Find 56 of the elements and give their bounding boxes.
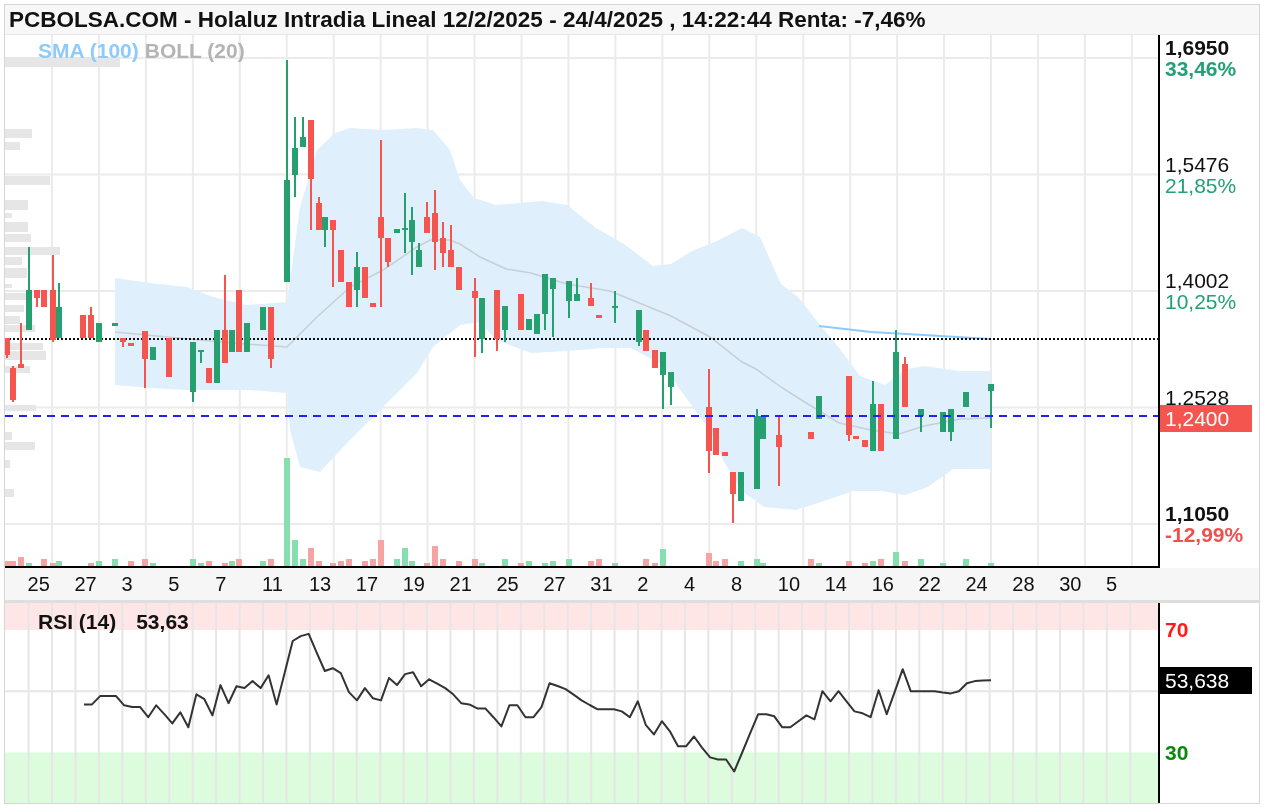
volume-profile-bar: [5, 222, 28, 232]
date-label: 13: [308, 573, 332, 595]
date-label: 28: [1012, 573, 1035, 595]
date-label: 10: [777, 573, 801, 595]
date-label: 3: [121, 573, 133, 595]
date-label: 2: [637, 573, 649, 595]
rsi-tick-label: 30: [1165, 741, 1189, 763]
volume-profile-bar: [5, 257, 22, 265]
date-label: 4: [684, 573, 696, 595]
price-label: 1,4002: [1165, 270, 1230, 291]
chart-title: PCBOLSA.COM - Holaluz Intradia Lineal 12/2/2025 - 24/4/2025 , 14:22:44 Renta: -7,46%: [8, 6, 926, 34]
date-label: 14: [824, 573, 847, 595]
change-label: 33,46%: [1165, 58, 1237, 79]
volume-profile-bar: [5, 268, 27, 278]
date-label: 27: [543, 573, 566, 595]
date-label: 17: [355, 573, 379, 595]
date-label: 5: [168, 573, 180, 595]
rsi-tick-label: 70: [1165, 619, 1189, 641]
price-label: 1,1050: [1165, 503, 1230, 524]
volume-profile-bar: [5, 432, 12, 440]
date-label: 8: [730, 573, 743, 595]
volume-profile-bar: [5, 129, 32, 138]
volume-profile-bar: [5, 460, 10, 468]
price-label: 1,2528: [1165, 386, 1230, 408]
change-label: -12,99%: [1165, 524, 1244, 545]
change-label: 21,85%: [1165, 174, 1237, 196]
date-label: 16: [871, 573, 894, 595]
rsi-title: RSI (14): [38, 611, 117, 633]
change-label: 10,25%: [1165, 291, 1237, 312]
date-label: 22: [918, 573, 941, 595]
date-label: 21: [449, 573, 472, 595]
date-label: 7: [215, 573, 227, 595]
price-label: 1,5476: [1165, 153, 1230, 175]
legend-label: SMA (100): [38, 39, 139, 63]
date-label: 30: [1059, 573, 1082, 595]
date-label: 19: [402, 573, 425, 595]
volume-profile-bar: [5, 351, 46, 360]
last-price-label: 1,2400: [1160, 405, 1252, 432]
volume-profile-bar: [5, 305, 24, 312]
date-label: 27: [74, 573, 97, 595]
date-label: 25: [27, 573, 50, 595]
date-label: 11: [262, 573, 283, 595]
rsi-last-value-label: 53,638: [1160, 666, 1252, 694]
rsi-reading: 53,63: [136, 611, 189, 633]
volume-profile-bar: [5, 489, 14, 497]
volume-profile-bar: [5, 442, 35, 450]
volume-profile-bar: [5, 234, 31, 242]
date-label: 24: [965, 573, 988, 595]
date-label: 5: [1106, 573, 1118, 595]
volume-profile-bar: [5, 213, 12, 218]
volume-profile-bar: [5, 200, 28, 210]
date-label: 31: [590, 573, 613, 595]
price-label: 1,6950: [1165, 37, 1230, 58]
volume-profile-bar: [5, 142, 20, 150]
date-label: 25: [496, 573, 519, 595]
legend-label: BOLL (20): [144, 39, 245, 63]
